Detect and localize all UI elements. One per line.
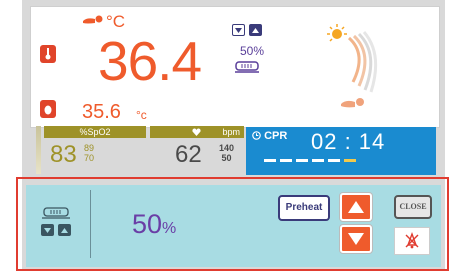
heater-icon-panel xyxy=(42,207,70,219)
spo2-header: %SpO2 xyxy=(44,126,146,138)
skin-temp-unit: °c xyxy=(136,108,147,122)
hr-low-limit: 50 xyxy=(221,153,232,163)
alarm-mute-button[interactable] xyxy=(394,227,430,255)
cpr-progress xyxy=(264,159,356,162)
increase-button[interactable] xyxy=(340,193,372,221)
preheat-button[interactable]: Preheat xyxy=(278,195,330,221)
close-button[interactable]: CLOSE xyxy=(394,195,432,219)
panel-divider xyxy=(90,190,91,258)
heater-up-small-button[interactable] xyxy=(249,24,262,36)
cpr-label-text: CPR xyxy=(264,130,288,142)
up-arrow-icon xyxy=(348,201,364,213)
cpr-segment xyxy=(312,159,324,162)
baby-icon xyxy=(83,15,103,24)
heater-power-unit: % xyxy=(162,220,177,237)
hr-limits: 140 50 xyxy=(219,143,234,163)
thermometer-icon xyxy=(40,45,56,63)
cpr-timer[interactable]: CPR 02 : 14 xyxy=(246,127,436,175)
cpr-segment xyxy=(328,159,340,162)
heater-icon xyxy=(235,61,259,73)
spo2-gauge xyxy=(36,126,41,174)
heater-power-value: 50% xyxy=(132,209,176,240)
alarm-off-icon xyxy=(405,231,419,249)
infant-icon xyxy=(341,98,364,108)
spo2-high-limit: 89 xyxy=(84,143,95,153)
cpr-segment xyxy=(296,159,308,162)
cpr-label: CPR xyxy=(252,130,287,142)
decrease-button[interactable] xyxy=(340,225,372,253)
spo2-limits: 89 70 xyxy=(84,143,94,163)
highlight-frame xyxy=(16,177,449,271)
heart-rate-header: bpm xyxy=(150,126,244,138)
skin-temperature-value: 35.6 xyxy=(82,101,121,123)
cpr-segment xyxy=(264,159,276,162)
heater-percent-small: 50% xyxy=(240,44,265,58)
air-temp-unit: °C xyxy=(106,12,126,31)
hr-high-limit: 140 xyxy=(219,143,235,153)
down-arrow-icon xyxy=(348,233,364,245)
panel-up-small-button[interactable] xyxy=(58,224,71,236)
spo2-low-limit: 70 xyxy=(84,153,95,163)
heater-power-number: 50 xyxy=(132,209,163,239)
clock-icon xyxy=(252,131,261,140)
cpr-segment xyxy=(344,159,356,162)
panel-down-small-button[interactable] xyxy=(41,224,54,236)
cpr-time: 02 : 14 xyxy=(311,129,386,154)
radiant-heater-icon xyxy=(327,24,378,93)
spo2-value: 83 xyxy=(50,141,77,168)
heart-rate-value: 62 xyxy=(175,141,202,168)
hr-unit: bpm xyxy=(222,127,240,137)
heater-down-small-button[interactable] xyxy=(232,24,245,36)
foot-icon xyxy=(40,100,56,118)
cpr-segment xyxy=(280,159,292,162)
heart-icon xyxy=(192,128,201,136)
air-temperature-value: 36.4 xyxy=(98,30,202,92)
